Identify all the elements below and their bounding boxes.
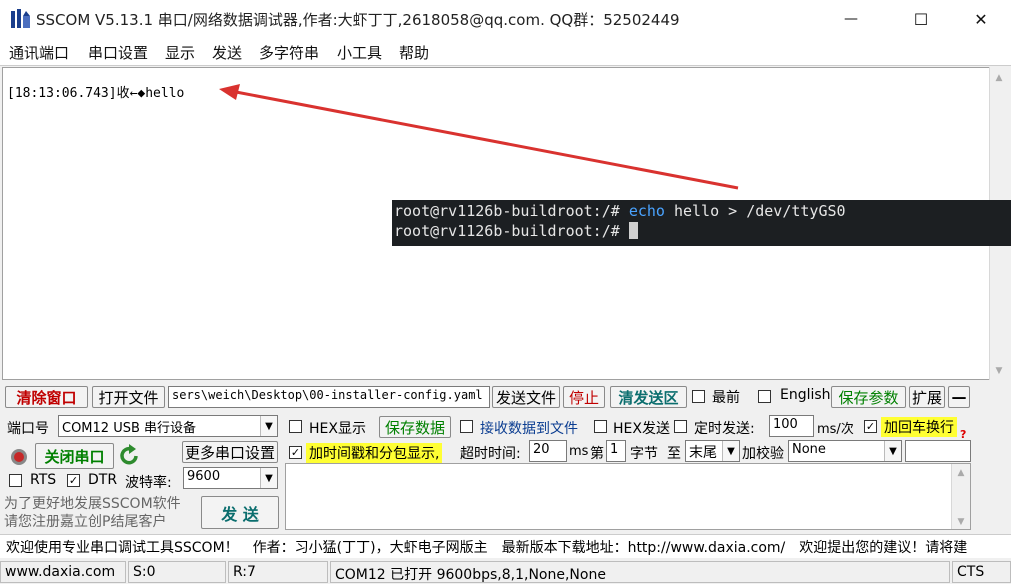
promo-line-2: 请您注册嘉立创P结尾客户 bbox=[4, 514, 167, 530]
port-status-icon bbox=[11, 449, 27, 465]
end-select-value: 末尾 bbox=[689, 445, 717, 461]
scroll-down-icon[interactable]: ▼ bbox=[952, 517, 970, 527]
interval-unit-label: ms/次 bbox=[817, 422, 854, 437]
timestamp-checkbox[interactable]: ✓ bbox=[289, 446, 302, 459]
status-port-state: COM12 已打开 9600bps,8,1,None,None bbox=[330, 561, 950, 583]
send-input-area[interactable] bbox=[285, 463, 971, 530]
to-label: 至 bbox=[667, 446, 681, 462]
stop-button[interactable]: 停止 bbox=[563, 386, 605, 408]
timeout-label: 超时时间: bbox=[460, 446, 521, 462]
collapse-button[interactable]: — bbox=[948, 386, 970, 408]
front-checkbox[interactable] bbox=[692, 390, 705, 403]
terminal-line-2: root@rv1126b-buildroot:/# bbox=[394, 221, 1011, 241]
dtr-checkbox[interactable]: ✓ bbox=[67, 474, 80, 487]
crlf-label: 加回车换行 bbox=[881, 417, 957, 437]
rts-checkbox[interactable] bbox=[9, 474, 22, 487]
scroll-up-icon[interactable]: ▲ bbox=[952, 468, 970, 478]
front-label: 最前 bbox=[712, 390, 740, 406]
clear-window-button[interactable]: 清除窗口 bbox=[5, 386, 88, 408]
english-label: English bbox=[780, 387, 831, 403]
interval-input[interactable]: 100 bbox=[769, 415, 814, 437]
recv-to-file-checkbox[interactable] bbox=[460, 420, 473, 433]
save-data-button[interactable]: 保存数据 bbox=[379, 416, 451, 438]
save-params-button[interactable]: 保存参数 bbox=[831, 386, 906, 408]
terminal-cursor bbox=[628, 222, 638, 239]
hex-send-label: HEX发送 bbox=[613, 421, 670, 437]
hex-display-checkbox[interactable] bbox=[289, 420, 302, 433]
promo-text: 为了更好地发展SSCOM软件 请您注册嘉立创P结尾客户 bbox=[4, 495, 181, 531]
promo-line-1: 为了更好地发展SSCOM软件 bbox=[4, 496, 181, 512]
terminal-overlay: root@rv1126b-buildroot:/# echo hello > /… bbox=[392, 200, 1011, 246]
terminal-command: echo bbox=[628, 202, 665, 220]
expand-button[interactable]: 扩展 bbox=[909, 386, 945, 408]
close-port-button[interactable]: 关闭串口 bbox=[35, 443, 114, 469]
baud-label: 波特率: bbox=[125, 475, 172, 491]
byte-index-input[interactable]: 1 bbox=[606, 440, 626, 462]
rts-label: RTS bbox=[30, 472, 57, 488]
english-checkbox[interactable] bbox=[758, 390, 771, 403]
send-button[interactable]: 发 送 bbox=[201, 496, 279, 529]
port-select[interactable]: COM12 USB 串行设备 ▼ bbox=[58, 415, 278, 437]
dtr-label: DTR bbox=[88, 472, 118, 488]
recv-to-file-label: 接收数据到文件 bbox=[480, 421, 578, 437]
status-cts: CTS bbox=[952, 561, 1011, 583]
byte-prefix-label: 第 bbox=[590, 446, 604, 462]
terminal-prompt: root@rv1126b-buildroot:/# bbox=[394, 222, 629, 240]
status-site[interactable]: www.daxia.com bbox=[0, 561, 126, 583]
hex-display-label: HEX显示 bbox=[309, 421, 366, 437]
refresh-icon[interactable] bbox=[119, 444, 141, 468]
send-scrollbar[interactable]: ▲ ▼ bbox=[951, 464, 970, 529]
chevron-down-icon: ▼ bbox=[260, 468, 277, 488]
baud-select-value: 9600 bbox=[187, 469, 221, 484]
timeout-unit-label: ms bbox=[569, 444, 589, 459]
timeout-input[interactable]: 20 bbox=[529, 440, 567, 462]
chevron-down-icon: ▼ bbox=[260, 416, 277, 436]
port-label: 端口号 bbox=[7, 421, 49, 437]
file-path-input[interactable]: sers\weich\Desktop\00-installer-config.y… bbox=[168, 386, 490, 408]
terminal-line-1: root@rv1126b-buildroot:/# echo hello > /… bbox=[394, 201, 1011, 221]
checksum-label: 加校验 bbox=[742, 446, 784, 462]
welcome-marquee: 欢迎使用专业串口调试工具SSCOM！ 作者：习小猛(丁丁)，大虾电子网版主 最新… bbox=[0, 534, 1011, 558]
open-file-button[interactable]: 打开文件 bbox=[92, 386, 165, 408]
send-file-button[interactable]: 发送文件 bbox=[492, 386, 560, 408]
port-select-value: COM12 USB 串行设备 bbox=[62, 421, 197, 436]
status-sent-count: S:0 bbox=[128, 561, 226, 583]
terminal-args: hello > /dev/ttyGS0 bbox=[664, 202, 846, 220]
byte-label: 字节 bbox=[630, 446, 658, 462]
baud-select[interactable]: 9600 ▼ bbox=[183, 467, 278, 489]
terminal-prompt: root@rv1126b-buildroot:/# bbox=[394, 202, 629, 220]
timed-send-label: 定时发送: bbox=[694, 421, 755, 437]
chevron-down-icon: ▼ bbox=[884, 441, 901, 461]
chevron-down-icon: ▼ bbox=[722, 441, 739, 461]
crlf-checkbox[interactable]: ✓ bbox=[864, 420, 877, 433]
checksum-select-value: None bbox=[792, 442, 826, 457]
hex-send-checkbox[interactable] bbox=[594, 420, 607, 433]
status-recv-count: R:7 bbox=[228, 561, 328, 583]
checksum-select[interactable]: None ▼ bbox=[788, 440, 902, 462]
more-settings-button[interactable]: 更多串口设置 bbox=[182, 441, 278, 463]
timed-send-checkbox[interactable] bbox=[674, 420, 687, 433]
clear-send-button[interactable]: 清发送区 bbox=[610, 386, 687, 408]
checksum-result-field bbox=[905, 440, 971, 462]
timestamp-label: 加时间戳和分包显示, bbox=[306, 443, 443, 463]
end-select[interactable]: 末尾 ▼ bbox=[685, 440, 740, 462]
